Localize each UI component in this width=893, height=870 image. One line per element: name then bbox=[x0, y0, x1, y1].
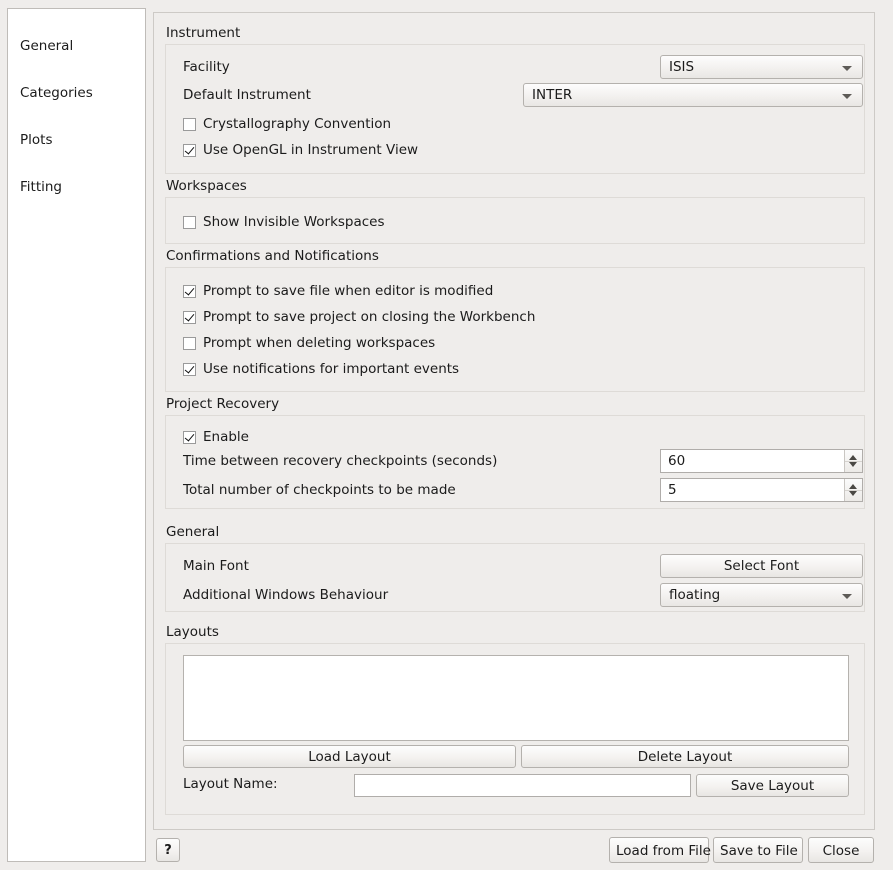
prompt-save-file-label: Prompt to save file when editor is modif… bbox=[203, 284, 493, 299]
default-instrument-label: Default Instrument bbox=[183, 81, 311, 109]
sidebar-item-label: Fitting bbox=[20, 179, 62, 195]
facility-row: Facility ISIS bbox=[166, 53, 864, 81]
recovery-total-value: 5 bbox=[668, 482, 677, 498]
prompt-delete-workspaces-checkbox[interactable]: Prompt when deleting workspaces bbox=[183, 332, 435, 354]
section-title-instrument: Instrument bbox=[165, 25, 865, 41]
checkbox-indicator[interactable] bbox=[183, 118, 196, 131]
project-recovery-groupbox: Enable Time between recovery checkpoints… bbox=[165, 415, 865, 509]
section-title-confirmations: Confirmations and Notifications bbox=[165, 248, 865, 264]
recovery-time-row: Time between recovery checkpoints (secon… bbox=[166, 447, 864, 475]
show-invisible-workspaces-checkbox[interactable]: Show Invisible Workspaces bbox=[183, 211, 385, 233]
close-button[interactable]: Close bbox=[808, 837, 874, 863]
save-layout-button[interactable]: Save Layout bbox=[696, 774, 849, 797]
sidebar-item-fitting[interactable]: Fitting bbox=[8, 164, 145, 211]
recovery-total-row: Total number of checkpoints to be made 5 bbox=[166, 476, 864, 504]
facility-combobox[interactable]: ISIS bbox=[660, 55, 863, 79]
settings-dialog: General Categories Plots Fitting Instrum… bbox=[0, 0, 893, 870]
dialog-button-bar: ? Load from File Save to File Close bbox=[153, 834, 875, 870]
general-groupbox: Main Font Select Font Additional Windows… bbox=[165, 543, 865, 612]
sidebar-item-plots[interactable]: Plots bbox=[8, 117, 145, 164]
spinner-up-icon[interactable] bbox=[849, 484, 857, 489]
section-project-recovery: Project Recovery Enable Time between rec… bbox=[165, 396, 865, 509]
settings-content-panel: Instrument Facility ISIS Default Instrum… bbox=[153, 12, 875, 830]
load-from-file-button[interactable]: Load from File bbox=[609, 837, 709, 863]
select-font-button[interactable]: Select Font bbox=[660, 554, 863, 578]
use-notifications-label: Use notifications for important events bbox=[203, 362, 459, 377]
section-instrument: Instrument Facility ISIS Default Instrum… bbox=[165, 25, 865, 174]
sidebar-item-categories[interactable]: Categories bbox=[8, 70, 145, 117]
checkbox-indicator[interactable] bbox=[183, 144, 196, 157]
additional-windows-value: floating bbox=[669, 587, 720, 603]
sidebar-item-label: Plots bbox=[20, 132, 52, 148]
workspaces-groupbox: Show Invisible Workspaces bbox=[165, 197, 865, 244]
spinner-up-icon[interactable] bbox=[849, 455, 857, 460]
section-layouts: Layouts Load Layout Delete Layout Layout… bbox=[165, 624, 865, 815]
delete-layout-button[interactable]: Delete Layout bbox=[521, 745, 849, 768]
facility-label: Facility bbox=[183, 53, 230, 81]
recovery-time-value: 60 bbox=[668, 453, 685, 469]
project-recovery-enable-checkbox[interactable]: Enable bbox=[183, 426, 249, 448]
sidebar-item-general[interactable]: General bbox=[8, 23, 145, 70]
checkbox-indicator[interactable] bbox=[183, 363, 196, 376]
spinbox-buttons[interactable] bbox=[844, 450, 862, 472]
sidebar-item-label: Categories bbox=[20, 85, 93, 101]
chevron-down-icon bbox=[842, 94, 852, 99]
section-title-workspaces: Workspaces bbox=[165, 178, 865, 194]
additional-windows-row: Additional Windows Behaviour floating bbox=[166, 581, 864, 609]
main-font-label: Main Font bbox=[183, 552, 249, 580]
confirmations-groupbox: Prompt to save file when editor is modif… bbox=[165, 267, 865, 392]
section-workspaces: Workspaces Show Invisible Workspaces bbox=[165, 178, 865, 244]
prompt-save-project-label: Prompt to save project on closing the Wo… bbox=[203, 310, 535, 325]
default-instrument-combobox[interactable]: INTER bbox=[523, 83, 863, 107]
spinner-down-icon[interactable] bbox=[849, 491, 857, 496]
additional-windows-label: Additional Windows Behaviour bbox=[183, 581, 388, 609]
settings-category-list[interactable]: General Categories Plots Fitting bbox=[7, 8, 146, 862]
recovery-time-label: Time between recovery checkpoints (secon… bbox=[183, 447, 497, 475]
help-button[interactable]: ? bbox=[156, 838, 180, 862]
facility-value: ISIS bbox=[669, 59, 694, 75]
checkbox-indicator[interactable] bbox=[183, 311, 196, 324]
instrument-groupbox: Facility ISIS Default Instrument INTER bbox=[165, 44, 865, 174]
project-recovery-enable-label: Enable bbox=[203, 430, 249, 445]
chevron-down-icon bbox=[842, 594, 852, 599]
recovery-total-spinbox[interactable]: 5 bbox=[660, 478, 863, 502]
spinbox-buttons[interactable] bbox=[844, 479, 862, 501]
recovery-time-spinbox[interactable]: 60 bbox=[660, 449, 863, 473]
layout-name-label: Layout Name: bbox=[183, 772, 278, 796]
chevron-down-icon bbox=[842, 66, 852, 71]
load-layout-button[interactable]: Load Layout bbox=[183, 745, 516, 768]
checkbox-indicator[interactable] bbox=[183, 285, 196, 298]
prompt-save-project-checkbox[interactable]: Prompt to save project on closing the Wo… bbox=[183, 306, 535, 328]
main-font-row: Main Font Select Font bbox=[166, 552, 864, 580]
use-opengl-checkbox[interactable]: Use OpenGL in Instrument View bbox=[183, 139, 418, 161]
prompt-save-file-checkbox[interactable]: Prompt to save file when editor is modif… bbox=[183, 280, 493, 302]
sidebar-item-label: General bbox=[20, 38, 73, 54]
prompt-delete-workspaces-label: Prompt when deleting workspaces bbox=[203, 336, 435, 351]
additional-windows-combobox[interactable]: floating bbox=[660, 583, 863, 607]
layouts-groupbox: Load Layout Delete Layout Layout Name: S… bbox=[165, 643, 865, 815]
section-confirmations: Confirmations and Notifications Prompt t… bbox=[165, 248, 865, 392]
recovery-total-label: Total number of checkpoints to be made bbox=[183, 476, 456, 504]
crystallography-convention-label: Crystallography Convention bbox=[203, 117, 391, 132]
layout-name-input[interactable] bbox=[354, 774, 691, 797]
layouts-list[interactable] bbox=[183, 655, 849, 741]
section-general: General Main Font Select Font Additional… bbox=[165, 524, 865, 612]
checkbox-indicator[interactable] bbox=[183, 431, 196, 444]
spinner-down-icon[interactable] bbox=[849, 462, 857, 467]
use-opengl-label: Use OpenGL in Instrument View bbox=[203, 143, 418, 158]
section-title-general: General bbox=[165, 524, 865, 540]
section-title-project-recovery: Project Recovery bbox=[165, 396, 865, 412]
default-instrument-value: INTER bbox=[532, 87, 572, 103]
default-instrument-row: Default Instrument INTER bbox=[166, 81, 864, 109]
checkbox-indicator[interactable] bbox=[183, 216, 196, 229]
save-to-file-button[interactable]: Save to File bbox=[713, 837, 803, 863]
use-notifications-checkbox[interactable]: Use notifications for important events bbox=[183, 358, 459, 380]
checkbox-indicator[interactable] bbox=[183, 337, 196, 350]
crystallography-convention-checkbox[interactable]: Crystallography Convention bbox=[183, 113, 391, 135]
section-title-layouts: Layouts bbox=[165, 624, 865, 640]
show-invisible-workspaces-label: Show Invisible Workspaces bbox=[203, 215, 385, 230]
